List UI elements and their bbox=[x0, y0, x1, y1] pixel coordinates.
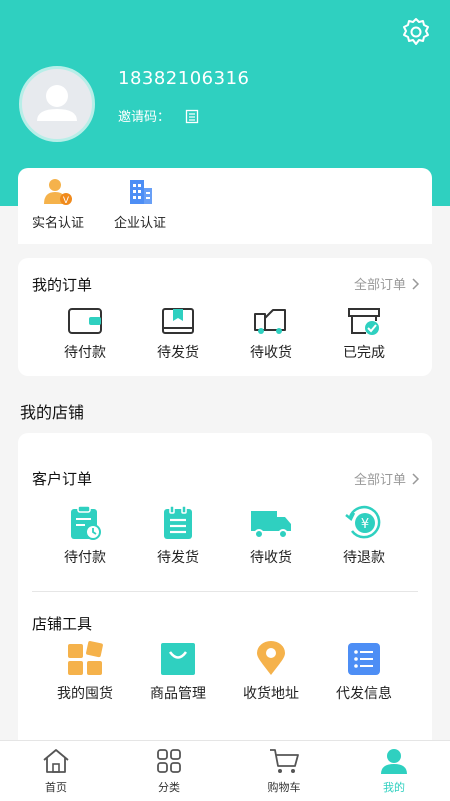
tab-category[interactable]: 分类 bbox=[134, 747, 204, 795]
order-completed[interactable]: 已完成 bbox=[324, 306, 404, 362]
customer-pending-shipment[interactable]: 待发货 bbox=[138, 505, 218, 567]
tool-shipping-address[interactable]: 收货地址 bbox=[226, 641, 316, 703]
customer-orders-all-link[interactable]: 全部订单 bbox=[354, 469, 420, 488]
tab-cart-label: 购物车 bbox=[267, 781, 301, 794]
svg-text:¥: ¥ bbox=[361, 517, 369, 532]
shop-tools-title: 店铺工具 bbox=[32, 615, 93, 633]
tab-cart[interactable]: 购物车 bbox=[249, 747, 319, 795]
clipboard-clock-icon bbox=[71, 505, 101, 540]
completed-box-icon bbox=[348, 308, 380, 335]
customer-pending-payment[interactable]: 待付款 bbox=[45, 505, 125, 567]
section-divider bbox=[32, 591, 418, 592]
order-pending-receipt[interactable]: 待收货 bbox=[231, 306, 311, 362]
list-document-icon bbox=[348, 643, 380, 675]
tab-mine-label: 我的 bbox=[383, 781, 405, 794]
invite-label: 邀请码： bbox=[118, 110, 171, 125]
user-icon bbox=[381, 749, 407, 774]
order-pending-receipt-label: 待收货 bbox=[250, 345, 292, 361]
customer-pending-refund[interactable]: ¥ 待退款 bbox=[324, 505, 404, 567]
chevron-right-icon bbox=[412, 277, 420, 290]
copy-icon[interactable] bbox=[184, 108, 200, 124]
customer-pending-shipment-label: 待发货 bbox=[157, 550, 199, 566]
tool-my-stock[interactable]: 我的囤货 bbox=[40, 641, 130, 703]
customer-pending-refund-label: 待退款 bbox=[343, 550, 385, 566]
orders-all-link[interactable]: 全部订单 bbox=[354, 274, 420, 293]
tool-my-stock-label: 我的囤货 bbox=[57, 686, 113, 702]
invite-code: 邀请码： bbox=[118, 106, 200, 125]
real-name-auth[interactable]: V 实名认证 bbox=[32, 176, 84, 231]
real-name-label: 实名认证 bbox=[32, 216, 85, 231]
user-avatar-icon bbox=[37, 85, 77, 121]
tool-dropship-info-label: 代发信息 bbox=[336, 686, 392, 702]
stock-blocks-icon bbox=[68, 641, 103, 675]
enterprise-label: 企业认证 bbox=[114, 216, 167, 231]
order-pending-payment[interactable]: 待付款 bbox=[45, 306, 125, 362]
customer-pending-receipt-label: 待收货 bbox=[250, 550, 292, 566]
gear-icon[interactable] bbox=[400, 16, 432, 48]
auth-card: V 实名认证 企业认证 bbox=[18, 168, 432, 244]
real-name-icon: V bbox=[44, 179, 72, 206]
home-icon bbox=[43, 749, 69, 773]
clipboard-list-icon bbox=[164, 505, 192, 539]
shop-card: 客户订单 全部订单 待付款 待发货 待收货 ¥ 待退款 店铺工具 我的囤货 商品… bbox=[18, 433, 432, 753]
cart-icon bbox=[270, 749, 299, 773]
order-completed-label: 已完成 bbox=[343, 345, 385, 361]
tab-home[interactable]: 首页 bbox=[21, 747, 91, 795]
order-pending-shipment[interactable]: 待发货 bbox=[138, 306, 218, 362]
refund-icon: ¥ bbox=[345, 505, 381, 539]
delivery-truck-icon bbox=[251, 511, 291, 539]
my-shop-title: 我的店铺 bbox=[20, 403, 85, 422]
customer-pending-receipt[interactable]: 待收货 bbox=[231, 505, 311, 567]
truck-icon bbox=[254, 309, 286, 334]
tab-mine[interactable]: 我的 bbox=[359, 747, 429, 795]
location-pin-icon bbox=[257, 641, 285, 675]
enterprise-auth[interactable]: 企业认证 bbox=[114, 176, 166, 231]
package-icon bbox=[162, 308, 194, 334]
chevron-right-icon bbox=[412, 472, 420, 485]
my-orders-card: 我的订单 全部订单 待付款 待发货 待收货 已完成 bbox=[18, 258, 432, 376]
customer-orders-title: 客户订单 bbox=[32, 470, 93, 488]
order-pending-shipment-label: 待发货 bbox=[157, 345, 199, 361]
order-pending-payment-label: 待付款 bbox=[64, 345, 106, 361]
svg-text:V: V bbox=[63, 196, 70, 206]
tab-home-label: 首页 bbox=[45, 781, 67, 794]
bottom-tab-bar: 首页 分类 购物车 我的 bbox=[0, 740, 450, 801]
tool-product-management-label: 商品管理 bbox=[150, 686, 206, 702]
avatar[interactable] bbox=[19, 66, 95, 142]
tool-shipping-address-label: 收货地址 bbox=[243, 686, 299, 702]
shopping-bag-icon bbox=[161, 643, 195, 675]
tab-category-label: 分类 bbox=[158, 781, 180, 794]
orders-title: 我的订单 bbox=[32, 276, 93, 294]
phone-number: 18382106316 bbox=[118, 68, 250, 89]
customer-orders-all-label: 全部订单 bbox=[353, 473, 406, 488]
wallet-icon bbox=[68, 308, 102, 334]
building-icon bbox=[130, 180, 152, 204]
customer-pending-payment-label: 待付款 bbox=[64, 550, 106, 566]
tool-product-management[interactable]: 商品管理 bbox=[133, 641, 223, 703]
category-grid-icon bbox=[157, 749, 181, 773]
orders-all-label: 全部订单 bbox=[353, 278, 406, 293]
tool-dropship-info[interactable]: 代发信息 bbox=[319, 641, 409, 703]
